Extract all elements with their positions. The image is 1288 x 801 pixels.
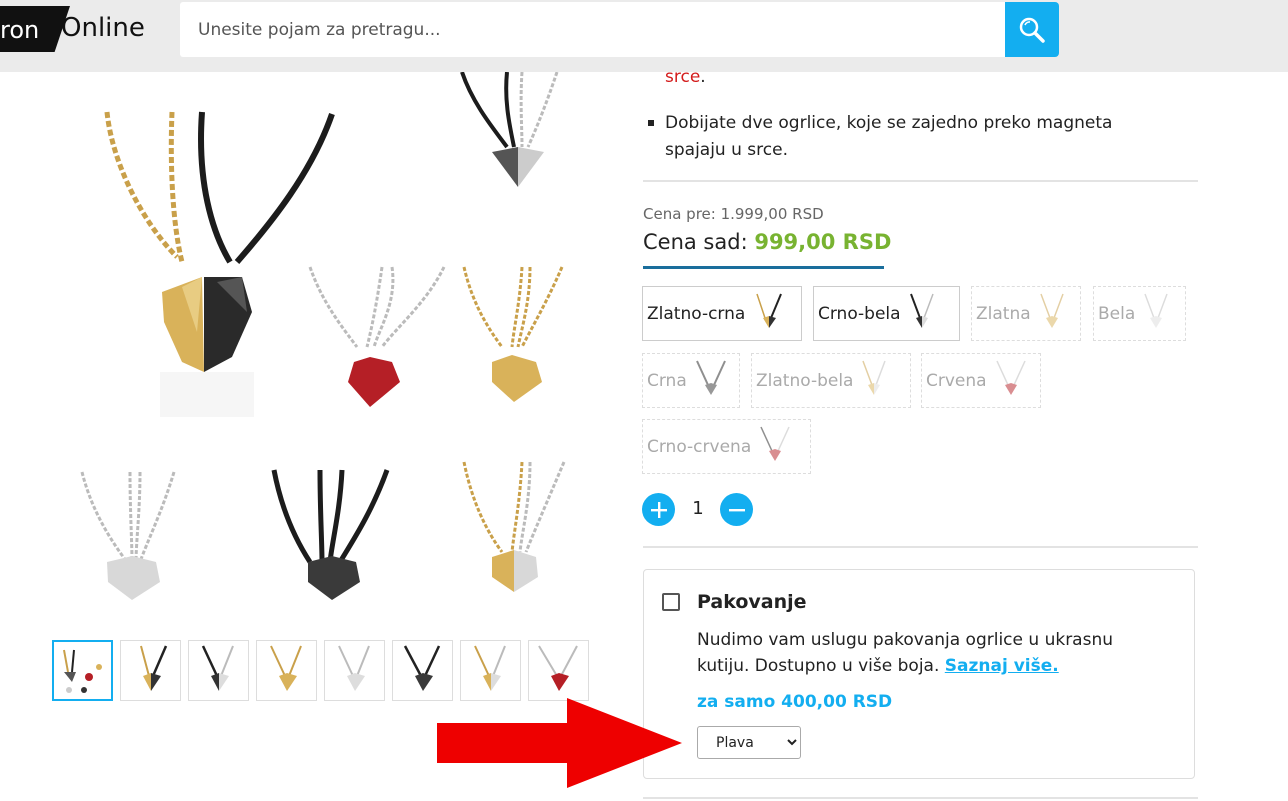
learn-more-link[interactable]: Saznaj više. [945, 656, 1059, 676]
thumbnail-2[interactable] [120, 640, 181, 701]
search-box [180, 2, 1006, 57]
variant-crno-crvena[interactable]: Crno-crvena [642, 419, 811, 474]
description-tail: srce. [665, 67, 706, 87]
variant-crvena[interactable]: Crvena [921, 353, 1041, 408]
thumbnail-3[interactable] [188, 640, 249, 701]
logo-mark[interactable]: ron [0, 6, 70, 52]
packaging-description: Nudimo vam uslugu pakovanja ogrlice u uk… [697, 627, 1167, 679]
variant-image [909, 293, 934, 328]
variant-label: Crno-crvena [647, 436, 752, 457]
divider [643, 180, 1198, 182]
variant-image [1144, 293, 1168, 328]
quantity-value[interactable]: 1 [688, 498, 708, 519]
thumbnail-6[interactable] [392, 640, 453, 701]
packaging-color-select[interactable]: Plava [697, 726, 801, 759]
necklace-silver-pair [80, 471, 176, 600]
search-button[interactable] [1005, 2, 1059, 57]
thumbnail-3-image [201, 645, 234, 691]
variant-image [695, 360, 726, 395]
packaging-checkbox[interactable] [662, 593, 680, 611]
necklace-gold-silver-pair [462, 461, 566, 592]
logo-text[interactable]: Online [61, 13, 145, 43]
description-tail-dot: . [700, 67, 706, 87]
variant-label: Zlatno-crna [647, 303, 746, 324]
description-tail-red: srce [665, 67, 701, 87]
thumbnail-4[interactable] [256, 640, 317, 701]
variant-bela[interactable]: Bela [1093, 286, 1186, 341]
thumbnail-strip [52, 640, 589, 701]
variant-image [862, 360, 887, 395]
thumbnail-1[interactable] [52, 640, 113, 701]
thumbnail-7[interactable] [460, 640, 521, 701]
divider [643, 546, 1198, 548]
new-price: Cena sad: 999,00 RSD [643, 230, 891, 254]
variant-zlatno-crna[interactable]: Zlatno-crna [642, 286, 802, 341]
logo-left-text: ron [0, 16, 40, 44]
thumbnail-1-image [63, 649, 102, 693]
variant-image [1039, 293, 1064, 328]
search-input[interactable] [180, 2, 1006, 57]
variant-crno-bela[interactable]: Crno-bela [813, 286, 960, 341]
packaging-title: Pakovanje [697, 591, 807, 613]
divider [643, 797, 1198, 799]
site-header: ron Online [0, 0, 1288, 72]
packaging-price: za samo 400,00 RSD [697, 692, 893, 712]
thumbnail-7-image [474, 645, 506, 691]
variant-label: Zlatno-bela [756, 370, 854, 391]
variant-label: Zlatna [976, 303, 1031, 324]
thumbnail-5[interactable] [324, 640, 385, 701]
minus-icon [728, 508, 745, 511]
necklace-red-pair [308, 266, 446, 407]
necklace-gold-black-large [104, 111, 335, 417]
variant-image [756, 293, 783, 328]
search-icon [1019, 17, 1045, 43]
variant-zlatna[interactable]: Zlatna [971, 286, 1081, 341]
variant-label: Crvena [926, 370, 987, 391]
new-price-label: Cena sad: [643, 230, 755, 254]
thumbnail-2-image [140, 645, 168, 691]
variant-image [995, 360, 1026, 395]
price-underline [643, 266, 884, 269]
product-main-image[interactable] [52, 72, 592, 622]
quantity-decrease-button[interactable] [720, 493, 753, 526]
description-bullet: Dobijate dve ogrlice, koje se zajedno pr… [648, 110, 1148, 164]
plus-icon [650, 501, 667, 518]
variant-label: Crno-bela [818, 303, 901, 324]
thumbnail-8-image [538, 645, 578, 691]
quantity-increase-button[interactable] [642, 493, 675, 526]
thumbnail-8[interactable] [528, 640, 589, 701]
variant-crna[interactable]: Crna [642, 353, 740, 408]
necklace-gold-pair [462, 266, 564, 402]
variant-label: Crna [647, 370, 687, 391]
necklace-black-silver-top [460, 72, 559, 187]
thumbnail-4-image [270, 645, 302, 691]
necklace-black-pair [271, 469, 390, 600]
old-price: Cena pre: 1.999,00 RSD [643, 205, 824, 223]
new-price-value: 999,00 RSD [754, 230, 892, 254]
variant-label: Bela [1098, 303, 1136, 324]
variant-zlatno-bela[interactable]: Zlatno-bela [751, 353, 911, 408]
red-arrow-annotation [437, 698, 682, 788]
thumbnail-6-image [403, 645, 441, 691]
variant-image [760, 426, 790, 461]
thumbnail-5-image [338, 645, 370, 691]
